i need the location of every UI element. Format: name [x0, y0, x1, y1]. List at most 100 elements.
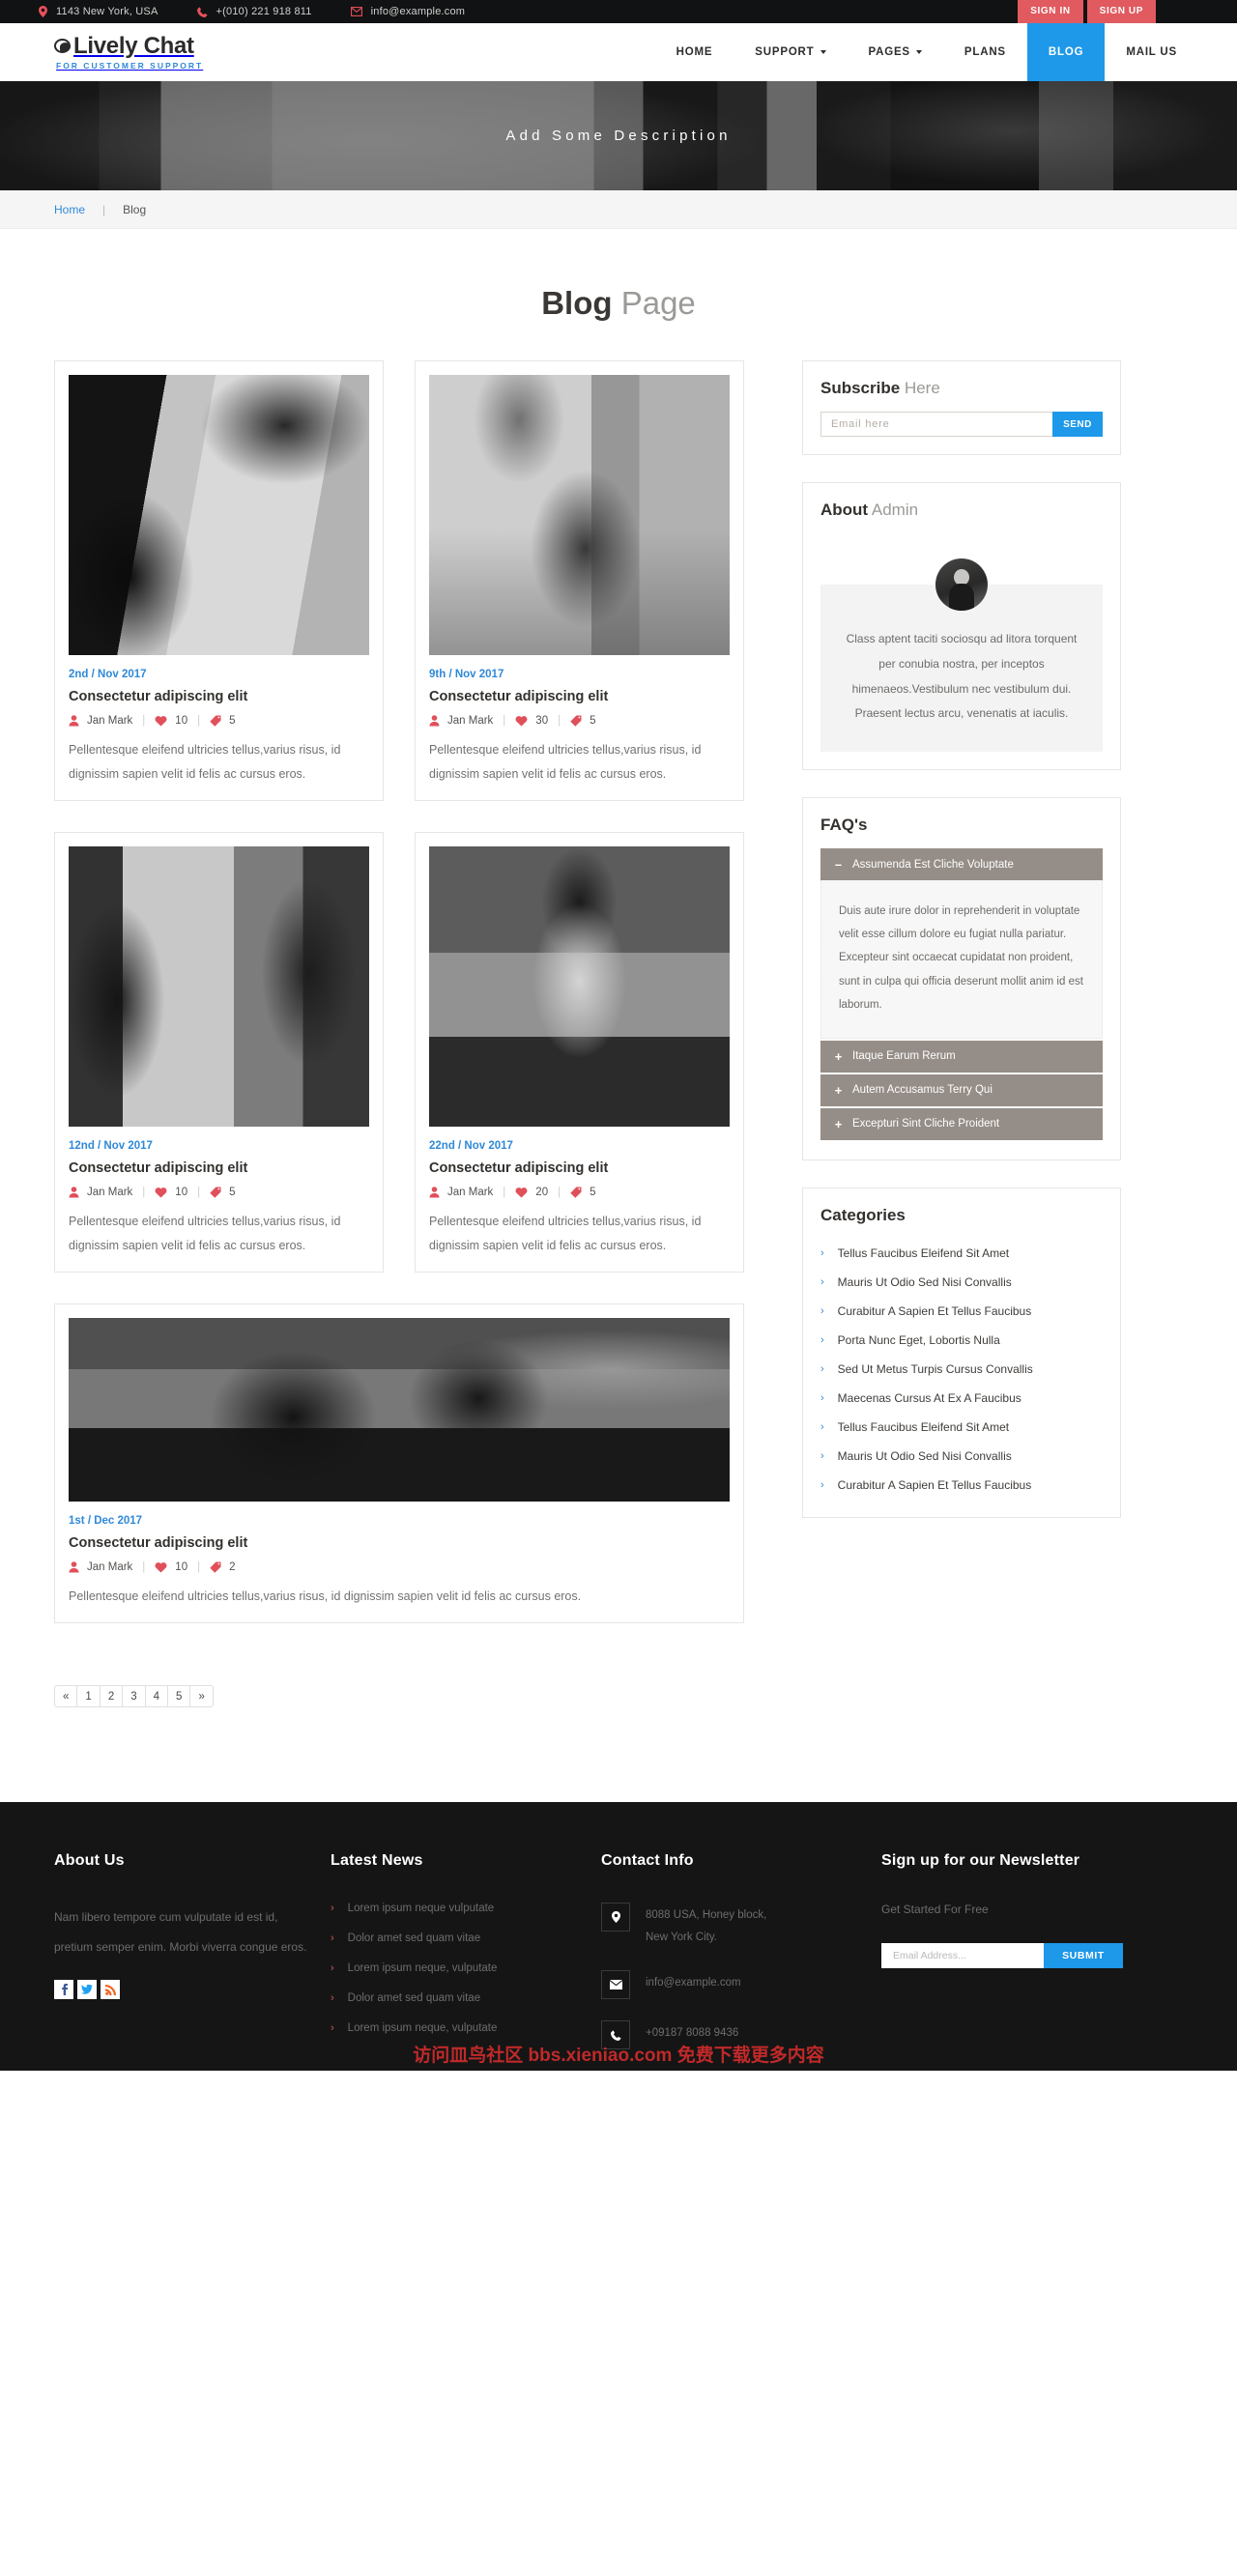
category-item[interactable]: › Mauris Ut Odio Sed Nisi Convallis: [820, 1442, 1103, 1471]
footer-news-item[interactable]: › Lorem ipsum neque, vulputate: [331, 2022, 578, 2034]
blog-card[interactable]: 2nd / Nov 2017 Consectetur adipiscing el…: [54, 360, 384, 801]
faq-header[interactable]: – Assumenda Est Cliche Voluptate: [820, 848, 1103, 881]
post-title[interactable]: Consectetur adipiscing elit: [69, 1535, 730, 1551]
pagination-page-2[interactable]: 2: [99, 1685, 124, 1707]
facebook-icon[interactable]: [54, 1980, 73, 2000]
pagination-next[interactable]: »: [189, 1685, 214, 1707]
page-title-light: Page: [620, 285, 696, 321]
subscribe-title-light: Here: [904, 379, 940, 397]
post-likes-count: 20: [535, 1187, 549, 1198]
blog-card[interactable]: 12nd / Nov 2017 Consectetur adipiscing e…: [54, 832, 384, 1273]
site-footer: About Us Nam libero tempore cum vulputat…: [0, 1802, 1237, 2071]
footer-news-title: Latest News: [331, 1852, 423, 1869]
topbar-phone-text: +(010) 221 918 811: [216, 6, 312, 17]
post-thumbnail[interactable]: [69, 846, 369, 1127]
category-label: Sed Ut Metus Turpis Cursus Convallis: [837, 1361, 1033, 1376]
pagination-page-5[interactable]: 5: [167, 1685, 191, 1707]
topbar-email-text: info@example.com: [370, 6, 466, 17]
post-tags-count: 5: [590, 1187, 596, 1198]
logo[interactable]: Lively Chat FOR CUSTOMER SUPPORT: [39, 34, 203, 71]
faq-item: – Assumenda Est Cliche Voluptate Duis au…: [820, 848, 1103, 1039]
footer-news-item[interactable]: › Dolor amet sed quam vitae: [331, 1932, 578, 1944]
nav-item-mail-us[interactable]: MAIL US: [1105, 23, 1198, 81]
nav-label: BLOG: [1048, 46, 1084, 58]
footer-address-line2: New York City.: [646, 1932, 717, 1943]
about-admin-title-bold: About: [820, 501, 869, 519]
category-item[interactable]: › Maecenas Cursus At Ex A Faucibus: [820, 1384, 1103, 1413]
pagination-prev[interactable]: «: [54, 1685, 78, 1707]
post-title[interactable]: Consectetur adipiscing elit: [69, 1160, 369, 1176]
post-title[interactable]: Consectetur adipiscing elit: [69, 689, 369, 704]
post-likes: 20: [515, 1187, 548, 1198]
footer-news-item[interactable]: › Dolor amet sed quam vitae: [331, 1992, 578, 2004]
post-title[interactable]: Consectetur adipiscing elit: [429, 1160, 730, 1176]
breadcrumb: Home | Blog: [0, 190, 1237, 229]
pagination-page-1[interactable]: 1: [76, 1685, 101, 1707]
faq-title: FAQ's: [820, 816, 1103, 835]
blog-card[interactable]: 1st / Dec 2017 Consectetur adipiscing el…: [54, 1303, 744, 1623]
footer-news-item[interactable]: › Lorem ipsum neque, vulputate: [331, 1962, 578, 1974]
chevron-down-icon: [915, 50, 922, 54]
chevron-right-icon: ›: [820, 1420, 824, 1433]
category-item[interactable]: › Mauris Ut Odio Sed Nisi Convallis: [820, 1268, 1103, 1297]
nav-item-pages[interactable]: PAGES: [848, 23, 943, 81]
category-item[interactable]: › Sed Ut Metus Turpis Cursus Convallis: [820, 1355, 1103, 1384]
phone-icon: [196, 6, 208, 17]
chevron-right-icon: ›: [820, 1246, 824, 1259]
faq-header[interactable]: + Autem Accusamus Terry Qui: [820, 1073, 1103, 1106]
newsletter-email-input[interactable]: [881, 1943, 1044, 1968]
sign-up-button[interactable]: SIGN UP: [1086, 0, 1156, 23]
blog-card[interactable]: 22nd / Nov 2017 Consectetur adipiscing e…: [415, 832, 744, 1273]
post-tags: 5: [210, 1187, 236, 1198]
post-tags: 5: [570, 715, 596, 727]
footer-news-label: Lorem ipsum neque, vulputate: [347, 1962, 498, 1974]
nav-label: HOME: [676, 46, 713, 58]
post-thumbnail[interactable]: [69, 1318, 730, 1502]
footer-contact-email: info@example.com: [601, 1970, 858, 1999]
category-item[interactable]: › Curabitur A Sapien Et Tellus Faucibus: [820, 1297, 1103, 1326]
post-thumbnail[interactable]: [429, 846, 730, 1127]
chevron-right-icon: ›: [331, 1903, 334, 1914]
nav-item-home[interactable]: HOME: [655, 23, 734, 81]
post-thumbnail[interactable]: [429, 375, 730, 655]
post-title[interactable]: Consectetur adipiscing elit: [429, 689, 730, 704]
post-tags: 2: [210, 1561, 236, 1573]
rss-icon[interactable]: [101, 1980, 120, 2000]
pagination-page-4[interactable]: 4: [144, 1685, 169, 1707]
category-item[interactable]: › Tellus Faucibus Eleifend Sit Amet: [820, 1413, 1103, 1442]
post-date: 12nd / Nov 2017: [69, 1140, 153, 1152]
sign-in-button[interactable]: SIGN IN: [1018, 0, 1083, 23]
newsletter-submit-button[interactable]: SUBMIT: [1044, 1943, 1123, 1968]
subscribe-email-input[interactable]: [820, 412, 1052, 437]
nav-item-support[interactable]: SUPPORT: [734, 23, 847, 81]
footer-about-title: About Us: [54, 1852, 125, 1869]
footer-news-label: Dolor amet sed quam vitae: [347, 1992, 481, 2004]
minus-icon: –: [834, 857, 843, 873]
nav-item-plans[interactable]: PLANS: [943, 23, 1027, 81]
category-label: Tellus Faucibus Eleifend Sit Amet: [837, 1245, 1010, 1260]
faq-label: Assumenda Est Cliche Voluptate: [852, 858, 1014, 871]
pagination-page-3[interactable]: 3: [122, 1685, 146, 1707]
category-item[interactable]: › Porta Nunc Eget, Lobortis Nulla: [820, 1326, 1103, 1355]
breadcrumb-home[interactable]: Home: [54, 203, 85, 216]
blog-post-grid: 2nd / Nov 2017 Consectetur adipiscing el…: [54, 360, 744, 1754]
faq-header[interactable]: + Excepturi Sint Cliche Proident: [820, 1107, 1103, 1140]
twitter-icon[interactable]: [77, 1980, 97, 2000]
auth-buttons: SIGN IN SIGN UP: [1018, 0, 1156, 23]
meta-divider: |: [558, 1187, 561, 1198]
nav-item-blog[interactable]: BLOG: [1026, 23, 1106, 81]
category-item[interactable]: › Curabitur A Sapien Et Tellus Faucibus: [820, 1471, 1103, 1500]
footer-news-item[interactable]: › Lorem ipsum neque vulputate: [331, 1903, 578, 1914]
post-thumbnail[interactable]: [69, 375, 369, 655]
heart-icon: [515, 716, 528, 727]
post-meta: Jan Mark | 20 | 5: [429, 1187, 730, 1198]
subscribe-send-button[interactable]: SEND: [1052, 412, 1103, 437]
category-item[interactable]: › Tellus Faucibus Eleifend Sit Amet: [820, 1239, 1103, 1268]
tag-icon: [570, 1187, 582, 1198]
faq-label: Autem Accusamus Terry Qui: [852, 1084, 992, 1097]
post-tags: 5: [210, 715, 236, 727]
post-author-name: Jan Mark: [87, 1561, 133, 1573]
blog-card[interactable]: 9th / Nov 2017 Consectetur adipiscing el…: [415, 360, 744, 801]
faq-header[interactable]: + Itaque Earum Rerum: [820, 1040, 1103, 1073]
post-meta: Jan Mark | 10 | 5: [69, 715, 369, 727]
